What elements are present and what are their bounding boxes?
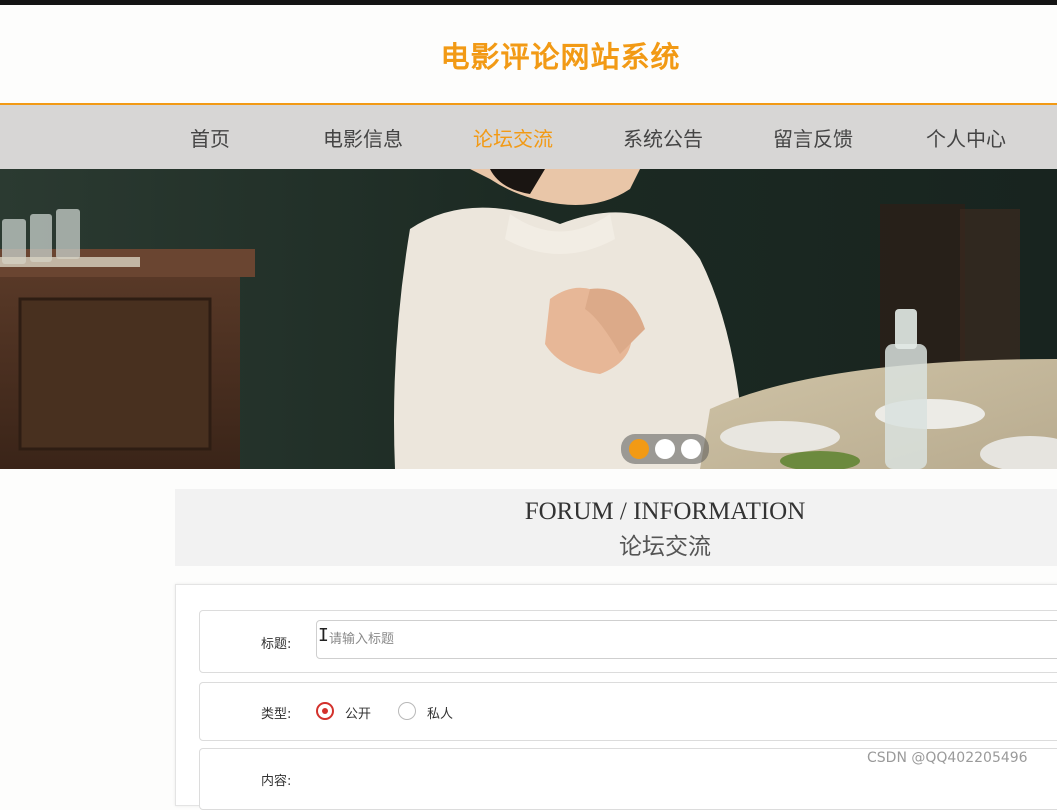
section-header: FORUM / INFORMATION 论坛交流 bbox=[175, 489, 1057, 566]
carousel-indicators bbox=[621, 434, 709, 464]
top-border bbox=[0, 0, 1057, 5]
nav-item-feedback[interactable]: 留言反馈 bbox=[773, 123, 853, 152]
radio-public[interactable] bbox=[316, 702, 334, 720]
nav-item-forum[interactable]: 论坛交流 bbox=[473, 123, 553, 152]
banner-image bbox=[0, 169, 1057, 469]
title-input[interactable] bbox=[316, 620, 1057, 659]
text-cursor-icon: I bbox=[318, 625, 329, 646]
nav-item-home[interactable]: 首页 bbox=[190, 123, 230, 152]
banner-carousel[interactable] bbox=[0, 169, 1057, 469]
carousel-dot-1[interactable] bbox=[629, 439, 649, 459]
nav-item-profile[interactable]: 个人中心 bbox=[926, 123, 1006, 152]
title-label: 标题: bbox=[261, 637, 292, 652]
radio-private[interactable] bbox=[398, 702, 416, 720]
main-nav: 首页 电影信息 论坛交流 系统公告 留言反馈 个人中心 bbox=[0, 103, 1057, 169]
radio-private-label[interactable]: 私人 bbox=[427, 703, 453, 722]
section-title-en: FORUM / INFORMATION bbox=[524, 498, 806, 525]
content-label: 内容: bbox=[261, 774, 292, 789]
watermark: CSDN @QQ402205496 bbox=[867, 750, 1028, 766]
site-title: 电影评论网站系统 bbox=[440, 40, 681, 74]
type-label: 类型: bbox=[261, 707, 292, 722]
carousel-dot-2[interactable] bbox=[655, 439, 675, 459]
section-title-cn: 论坛交流 bbox=[619, 534, 711, 560]
nav-item-movies[interactable]: 电影信息 bbox=[323, 123, 403, 152]
carousel-dot-3[interactable] bbox=[681, 439, 701, 459]
nav-item-announcements[interactable]: 系统公告 bbox=[623, 123, 703, 152]
radio-public-label[interactable]: 公开 bbox=[345, 703, 371, 722]
